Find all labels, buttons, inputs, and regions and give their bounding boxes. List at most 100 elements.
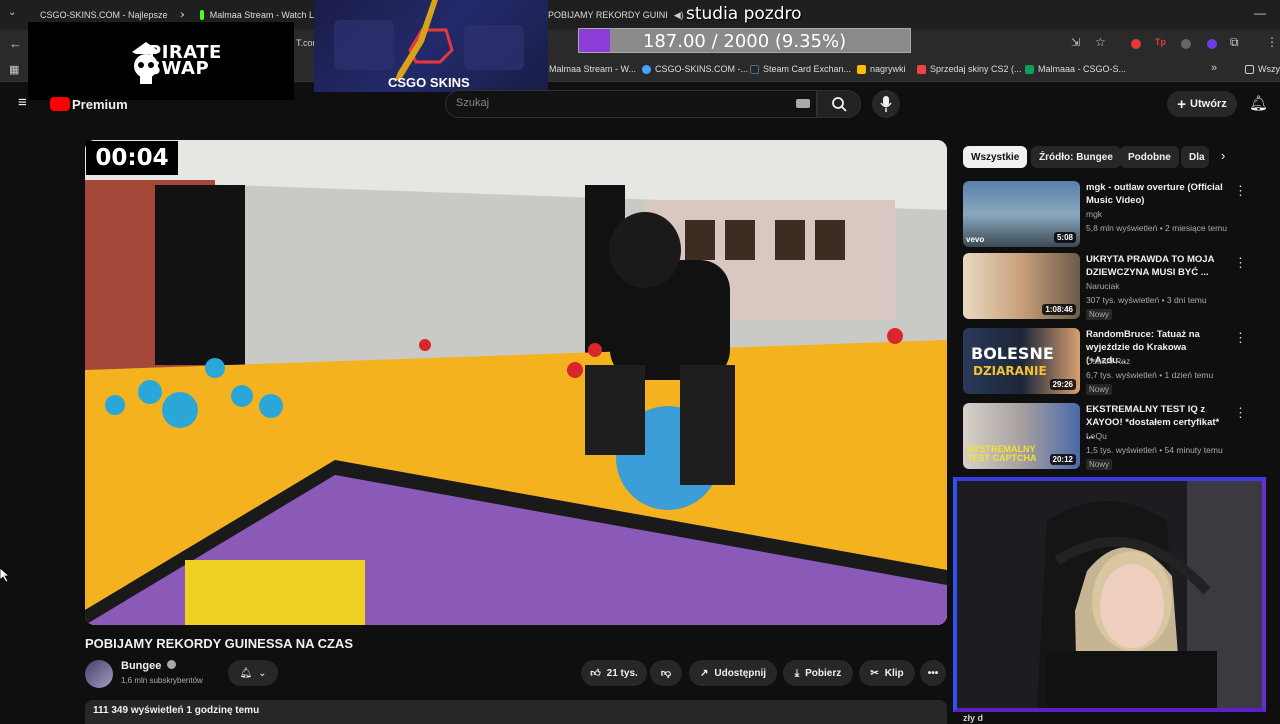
bookmark-item[interactable]: Sprzedaj skiny CS2 (... <box>917 64 1022 74</box>
search-button[interactable] <box>817 90 861 118</box>
folder-icon <box>1245 64 1254 74</box>
share-icon: ↗ <box>699 667 709 679</box>
share-button[interactable]: ↗ Udostępnij <box>689 660 777 686</box>
extension-red-icon[interactable] <box>1131 39 1141 49</box>
csgo-skins-sponsor-overlay: CSGO SKINS <box>314 0 548 92</box>
bookmark-item[interactable]: Steam Card Exchan... <box>750 64 851 74</box>
webcam-frame <box>957 481 1262 708</box>
menu-dots-icon[interactable]: ⋮ <box>1266 35 1278 49</box>
create-button[interactable]: + Utwórz <box>1167 91 1237 117</box>
bookmark-favicon-icon <box>642 64 651 74</box>
like-button[interactable]: 👍︎ 21 tys. <box>581 660 647 686</box>
bookmark-label: CSGO-SKINS.COM -... <box>655 64 749 74</box>
minimize-window-icon[interactable]: — <box>1254 6 1266 20</box>
chip-all[interactable]: Wszystkie <box>963 146 1028 168</box>
install-app-icon[interactable]: ⇲ <box>1071 36 1080 49</box>
chip-related[interactable]: Podobne <box>1120 146 1179 168</box>
thumbnail-caption: EKSTREMALNY TEST CAPTCHA <box>967 444 1037 463</box>
bookmark-item[interactable]: nagrywki <box>857 64 906 74</box>
video-player[interactable] <box>85 140 947 625</box>
bookmark-item[interactable]: CSGO-SKINS.COM -... <box>642 64 748 74</box>
stream-timer: 00:04 <box>86 141 178 175</box>
description-box[interactable]: 111 349 wyświetleń 1 godzinę temu <box>85 700 947 724</box>
video-thumbnail[interactable]: vevo 5:08 <box>963 181 1080 247</box>
chip-source[interactable]: Źródło: Bungee <box>1031 146 1121 168</box>
video-title: POBIJAMY REKORDY GUINESSA NA CZAS <box>85 636 353 651</box>
bookmark-star-icon[interactable]: ☆ <box>1095 35 1106 49</box>
extensions-puzzle-icon[interactable]: ⧉ <box>1230 35 1239 50</box>
bookmark-item[interactable]: Malmaa Stream - W... <box>549 64 636 74</box>
next-recommendation-partial[interactable]: zły d <box>963 713 983 723</box>
more-vert-icon[interactable]: ⋮ <box>1234 405 1247 421</box>
new-badge: Nowy <box>1086 384 1113 395</box>
bookmark-item[interactable]: Malmaaa - CSGO-S... <box>1025 64 1126 74</box>
streamer-webcam <box>953 477 1266 712</box>
more-vert-icon[interactable]: ⋮ <box>1234 255 1247 271</box>
close-tab-icon[interactable]: ✕ <box>180 10 184 21</box>
dislike-button[interactable]: 👎︎ <box>650 660 682 686</box>
more-actions-button[interactable]: ••• <box>920 660 946 686</box>
video-frame <box>85 140 947 625</box>
bookmark-label: Sprzedaj skiny CS2 (... <box>930 64 1022 74</box>
sheets-favicon-icon <box>1025 64 1034 74</box>
notifications-bell-icon[interactable]: 🔔︎ <box>1249 94 1268 112</box>
drive-favicon-icon <box>857 64 866 74</box>
bookmark-label: nagrywki <box>870 64 906 74</box>
apps-grid-icon[interactable]: ▦ <box>9 63 19 76</box>
back-arrow-icon[interactable]: ← <box>9 36 22 51</box>
channel-name[interactable]: Bungee <box>121 660 177 672</box>
download-button[interactable]: ⤓ Pobierz <box>783 660 853 686</box>
video-thumbnail[interactable]: 1:08:46 <box>963 253 1080 319</box>
new-badge: Nowy <box>1086 309 1113 320</box>
kick-favicon-icon <box>200 10 204 20</box>
bell-icon: 🔔︎ <box>239 667 253 679</box>
video-meta: 307 tys. wyświetleń • 3 dni temu <box>1086 295 1207 305</box>
voice-search-button[interactable] <box>872 90 900 118</box>
verified-icon <box>167 660 177 669</box>
video-title[interactable]: mgk - outlaw overture (Official Music Vi… <box>1086 181 1228 207</box>
share-label: Udostępnij <box>714 667 767 679</box>
tab-list-icon[interactable]: ⌄ <box>8 7 16 18</box>
bookmark-label: Steam Card Exchan... <box>763 64 852 74</box>
channel-name[interactable]: mgk <box>1086 209 1102 219</box>
thumbnail-caption: DZIARANIE <box>973 364 1047 378</box>
more-bookmarks-icon[interactable]: » <box>1211 62 1217 74</box>
recommendation-item[interactable]: EKSTREMALNY TEST CAPTCHA 20:12 EKSTREMALN… <box>963 403 1263 473</box>
video-title[interactable]: UKRYTA PRAWDA TO MOJA DZIEWCZYNA MUSI BY… <box>1086 253 1228 279</box>
search-input[interactable]: Szukaj <box>445 90 817 118</box>
extension-tp-icon[interactable]: Tp <box>1155 37 1166 47</box>
chip-for-you[interactable]: Dla <box>1181 146 1209 168</box>
channel-avatar[interactable] <box>85 660 113 688</box>
video-thumbnail[interactable]: BOLESNE DZIARANIE 29:26 <box>963 328 1080 394</box>
video-duration: 29:26 <box>1049 379 1076 390</box>
video-thumbnail[interactable]: EKSTREMALNY TEST CAPTCHA 20:12 <box>963 403 1080 469</box>
bookmark-label: Malmaaa - CSGO-S... <box>1038 64 1127 74</box>
youtube-logo-icon[interactable] <box>50 97 70 111</box>
download-icon: ⤓ <box>794 667 800 679</box>
keyboard-icon[interactable] <box>796 99 810 108</box>
recommendation-item[interactable]: vevo 5:08 mgk - outlaw overture (Officia… <box>963 181 1263 251</box>
recommendation-item[interactable]: BOLESNE DZIARANIE 29:26 RandomBruce: Tat… <box>963 328 1263 398</box>
vevo-logo: vevo <box>966 235 985 244</box>
speaker-icon[interactable]: ◀) <box>674 10 684 21</box>
create-label: Utwórz <box>1190 98 1227 110</box>
more-vert-icon[interactable]: ⋮ <box>1234 183 1247 199</box>
youtube-premium-logo[interactable]: Premium <box>72 97 128 112</box>
browser-tab-youtube[interactable]: POBIJAMY REKORDY GUINI ◀) ✕ <box>548 4 684 26</box>
like-count: 21 tys. <box>606 667 638 679</box>
channel-name[interactable]: Ostatni Raz <box>1086 356 1130 366</box>
video-title[interactable]: EKSTREMALNY TEST IQ z XAYOO! *dostałem c… <box>1086 403 1228 442</box>
notifications-toggle-button[interactable]: 🔔︎ ⌄ <box>228 660 278 686</box>
extension-grey-icon[interactable] <box>1181 39 1191 49</box>
extension-purple-icon[interactable] <box>1207 39 1217 49</box>
recommendation-item[interactable]: 1:08:46 UKRYTA PRAWDA TO MOJA DZIEWCZYNA… <box>963 253 1263 323</box>
channel-name[interactable]: Naruciak <box>1086 281 1120 291</box>
channel-name[interactable]: LeQu <box>1086 431 1107 441</box>
clip-button[interactable]: ✂ Klip <box>859 660 915 686</box>
all-bookmarks-item[interactable]: Wszy <box>1245 64 1280 74</box>
chevron-right-icon[interactable]: › <box>1221 148 1225 163</box>
more-vert-icon[interactable]: ⋮ <box>1234 330 1247 346</box>
search-icon <box>832 97 847 112</box>
hamburger-menu-icon[interactable]: ≡ <box>18 94 27 111</box>
donation-message: studia pozdro <box>686 4 802 24</box>
